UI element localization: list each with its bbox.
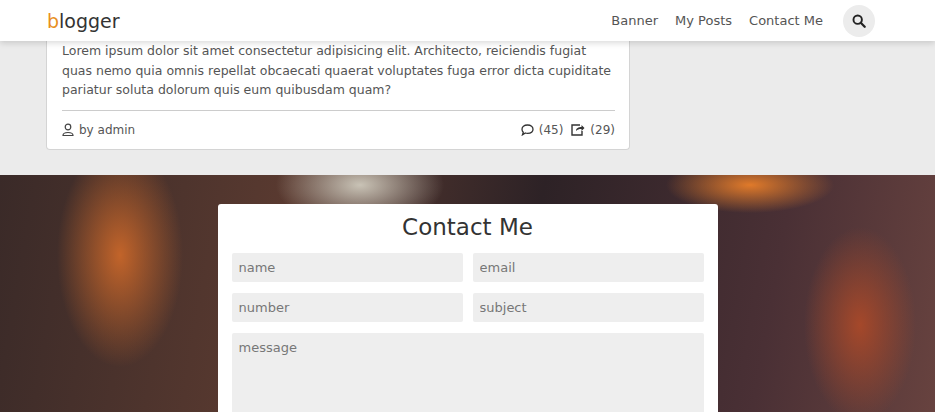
nav-link[interactable]: Contact Me xyxy=(749,13,823,28)
header: blogger Banner My Posts Contact Me xyxy=(0,0,935,41)
comment-icon xyxy=(521,124,534,136)
text-field[interactable] xyxy=(232,293,463,322)
contact-title: Contact Me xyxy=(232,214,704,240)
logo-accent: b xyxy=(47,10,59,32)
search-button[interactable] xyxy=(843,5,875,37)
page: blogger Banner My Posts Contact Me Lorem ips… xyxy=(0,0,935,412)
user-icon xyxy=(62,123,74,136)
nav: Banner My Posts Contact Me xyxy=(611,5,875,37)
comments-count[interactable]: (45) xyxy=(521,123,564,137)
search-icon xyxy=(852,14,866,28)
contact-form: Contact Me xyxy=(218,204,718,412)
post-excerpt: Lorem ipsum dolor sit amet consectetur a… xyxy=(62,41,615,111)
post-card: Lorem ipsum dolor sit amet consectetur a… xyxy=(46,41,630,150)
posts-section: Lorem ipsum dolor sit amet consectetur a… xyxy=(0,41,935,175)
message-field[interactable] xyxy=(232,333,704,412)
contact-section: Contact Me xyxy=(0,175,935,412)
post-author[interactable]: by admin xyxy=(62,123,135,137)
post-footer: by admin (45) (29) xyxy=(62,111,615,149)
text-field[interactable] xyxy=(232,253,463,282)
logo[interactable]: blogger xyxy=(47,10,120,32)
nav-link[interactable]: Banner xyxy=(611,13,658,28)
text-field[interactable] xyxy=(473,253,704,282)
text-field[interactable] xyxy=(473,293,704,322)
nav-link[interactable]: My Posts xyxy=(675,13,732,28)
shares-count[interactable]: (29) xyxy=(571,123,615,137)
share-icon xyxy=(571,123,585,136)
